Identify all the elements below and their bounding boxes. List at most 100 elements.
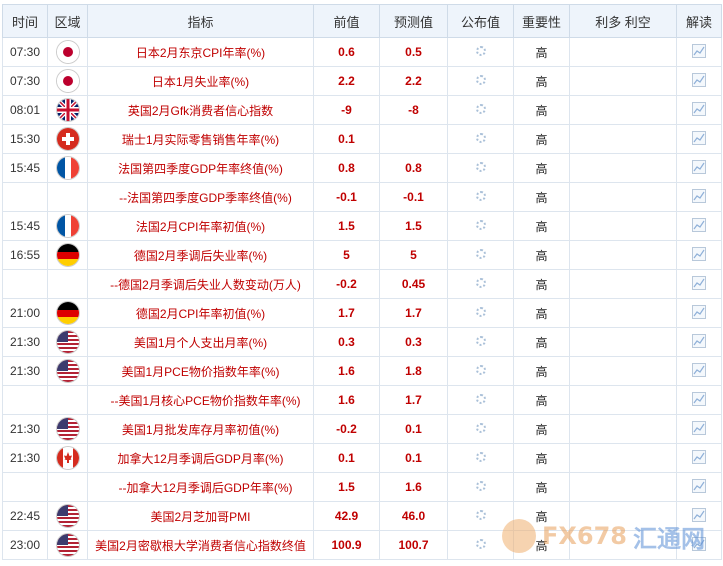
row-analysis[interactable] (676, 153, 722, 183)
chart-icon[interactable] (692, 362, 706, 380)
row-time: 15:30 (2, 124, 48, 154)
row-importance: 高 (513, 95, 570, 125)
row-importance: 高 (513, 269, 570, 299)
chart-icon[interactable] (692, 275, 706, 293)
row-indicator[interactable]: 德国2月CPI年率初值(%) (87, 298, 314, 328)
france-flag-icon (56, 215, 79, 237)
row-region (47, 240, 88, 270)
table-row: 15:45 法国第四季度GDP年率终值(%) 0.8 0.8 高 (2, 153, 722, 183)
row-analysis[interactable] (676, 95, 722, 125)
pending-icon (475, 365, 486, 375)
row-analysis[interactable] (676, 414, 722, 444)
row-previous: -0.2 (313, 414, 380, 444)
fx678-logo-icon (502, 519, 536, 553)
row-impact (569, 153, 677, 183)
france-flag-icon (56, 157, 79, 179)
chart-icon[interactable] (692, 478, 706, 496)
row-indicator[interactable]: 美国2月密歇根大学消费者信心指数终值 (87, 530, 314, 560)
row-analysis[interactable] (676, 211, 722, 241)
row-analysis[interactable] (676, 327, 722, 357)
row-importance: 高 (513, 472, 570, 502)
row-analysis[interactable] (676, 124, 722, 154)
row-region (47, 124, 88, 154)
pending-icon (475, 278, 486, 288)
chart-icon[interactable] (692, 188, 706, 206)
row-forecast: -8 (379, 95, 448, 125)
row-forecast: 1.6 (379, 472, 448, 502)
chart-icon[interactable] (692, 72, 706, 90)
chart-icon[interactable] (692, 101, 706, 119)
header-indicator: 指标 (87, 4, 314, 38)
chart-icon[interactable] (692, 449, 706, 467)
row-indicator[interactable]: 美国1月批发库存月率初值(%) (87, 414, 314, 444)
row-indicator[interactable]: --美国1月核心PCE物价指数年率(%) (87, 385, 314, 415)
pending-icon (475, 423, 486, 433)
row-analysis[interactable] (676, 240, 722, 270)
row-forecast: 46.0 (379, 501, 448, 531)
row-forecast: 1.7 (379, 298, 448, 328)
pending-icon (475, 249, 486, 259)
pending-icon (475, 220, 486, 230)
pending-icon (475, 75, 486, 85)
chart-icon[interactable] (692, 130, 706, 148)
pending-icon (475, 104, 486, 114)
usa-flag-icon (56, 360, 79, 382)
row-forecast: 1.5 (379, 211, 448, 241)
chart-icon[interactable] (692, 246, 706, 264)
row-forecast: 0.45 (379, 269, 448, 299)
chart-icon[interactable] (692, 159, 706, 177)
row-indicator[interactable]: 瑞士1月实际零售销售年率(%) (87, 124, 314, 154)
chart-icon[interactable] (692, 420, 706, 438)
row-indicator[interactable]: 英国2月Gfk消费者信心指数 (87, 95, 314, 125)
row-impact (569, 356, 677, 386)
row-forecast: 0.3 (379, 327, 448, 357)
row-indicator[interactable]: 美国2月芝加哥PMI (87, 501, 314, 531)
chart-icon[interactable] (692, 391, 706, 409)
row-previous: 0.1 (313, 124, 380, 154)
table-row: --美国1月核心PCE物价指数年率(%) 1.6 1.7 高 (2, 385, 722, 415)
row-impact (569, 240, 677, 270)
row-analysis[interactable] (676, 443, 722, 473)
row-time: 21:30 (2, 443, 48, 473)
row-indicator[interactable]: --加拿大12月季调后GDP年率(%) (87, 472, 314, 502)
row-analysis[interactable] (676, 472, 722, 502)
row-analysis[interactable] (676, 269, 722, 299)
row-indicator[interactable]: 日本2月东京CPI年率(%) (87, 37, 314, 67)
row-forecast: 0.8 (379, 153, 448, 183)
row-indicator[interactable]: 日本1月失业率(%) (87, 66, 314, 96)
chart-icon[interactable] (692, 333, 706, 351)
row-time: 22:45 (2, 501, 48, 531)
uk-flag-icon (56, 99, 79, 121)
row-indicator[interactable]: --德国2月季调后失业人数变动(万人) (87, 269, 314, 299)
row-analysis[interactable] (676, 66, 722, 96)
row-analysis[interactable] (676, 356, 722, 386)
chart-icon[interactable] (692, 217, 706, 235)
row-indicator[interactable]: 法国2月CPI年率初值(%) (87, 211, 314, 241)
row-indicator[interactable]: 德国2月季调后失业率(%) (87, 240, 314, 270)
watermark-cn: 汇通网 (633, 524, 705, 553)
row-indicator[interactable]: 加拿大12月季调后GDP月率(%) (87, 443, 314, 473)
row-analysis[interactable] (676, 37, 722, 67)
row-published (447, 298, 514, 328)
chart-icon[interactable] (692, 304, 706, 322)
row-analysis[interactable] (676, 385, 722, 415)
row-importance: 高 (513, 356, 570, 386)
watermark-latin: FX678 (542, 522, 627, 550)
row-forecast: 1.7 (379, 385, 448, 415)
row-region (47, 95, 88, 125)
row-indicator[interactable]: --法国第四季度GDP季率终值(%) (87, 182, 314, 212)
pending-icon (475, 46, 486, 56)
table-row: 07:30 日本1月失业率(%) 2.2 2.2 高 (2, 66, 722, 96)
chart-icon[interactable] (692, 43, 706, 61)
row-forecast: -0.1 (379, 182, 448, 212)
row-indicator[interactable]: 美国1月PCE物价指数年率(%) (87, 356, 314, 386)
pending-icon (475, 162, 486, 172)
row-indicator[interactable]: 法国第四季度GDP年率终值(%) (87, 153, 314, 183)
row-forecast: 2.2 (379, 66, 448, 96)
row-indicator[interactable]: 美国1月个人支出月率(%) (87, 327, 314, 357)
row-analysis[interactable] (676, 298, 722, 328)
row-importance: 高 (513, 414, 570, 444)
row-region (47, 472, 88, 502)
row-published (447, 356, 514, 386)
row-analysis[interactable] (676, 182, 722, 212)
